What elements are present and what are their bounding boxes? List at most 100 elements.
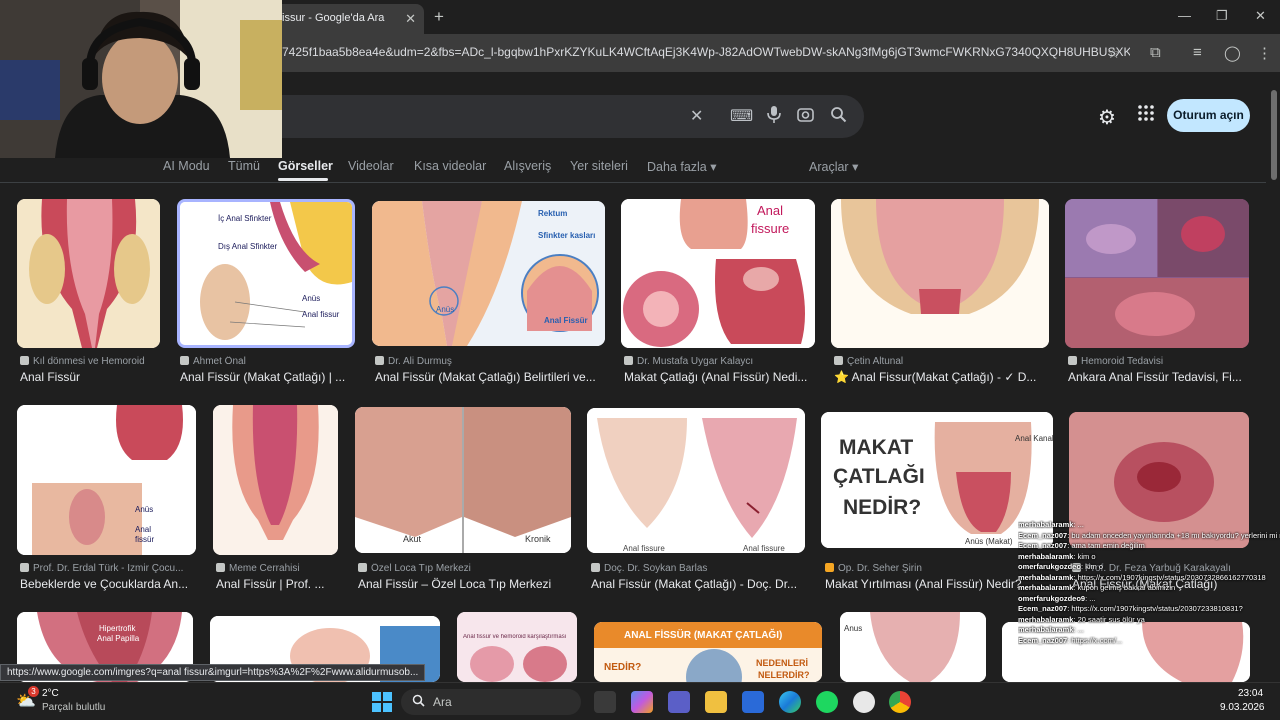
tab-ai-mode[interactable]: AI Modu [163,159,210,173]
result-title[interactable]: Anal Fissür (Makat Çatlağı) Belirtileri … [375,370,605,384]
file-explorer-icon[interactable] [705,691,727,713]
lens-camera-icon[interactable] [797,106,814,128]
media-control-icon[interactable]: ≡ [1193,44,1202,61]
windows-taskbar: ⛅ 3 2°C Parçalı bulutlu Ara 23:04 9.03.2… [0,682,1280,720]
tab-short-videos[interactable]: Kısa videolar [414,159,486,173]
result-image[interactable]: İç Anal Sfinkter Dış Anal Sfinkter Anüs … [177,199,355,348]
result-image[interactable]: Anüs Anal fissür [17,405,196,555]
result-image[interactable]: Anal fissür ve hemoroid karşılaştırması [457,612,577,682]
image-label: ÇATLAĞI [833,465,925,488]
close-window-button[interactable]: ✕ [1255,8,1266,24]
result-source[interactable]: Çetin Altunal [834,356,1049,367]
result-title[interactable]: Anal Fissür | Prof. ... [216,577,341,591]
result-image[interactable] [1065,199,1249,348]
result-title[interactable]: Anal Fissür (Makat Çatlağı) | ... [180,370,355,384]
result-title[interactable]: Makat Çatlağı (Anal Fissür) Nedi... [624,370,816,384]
chat-message: omerfarukgozdeo: kim o [1018,562,1104,571]
result-title[interactable]: Anal Fissür [20,370,170,384]
google-apps-icon[interactable] [1138,104,1154,127]
weather-temp[interactable]: 2°C [42,688,59,699]
image-label: Anal Papilla [97,634,140,643]
address-bar[interactable]: 7425f1baa5b8ea4e&udm=2&fbs=ADc_l-bgqbw1h… [250,39,1130,67]
result-source[interactable]: Ahmet Önal [180,356,355,367]
result-image[interactable]: Anal fissure Anal fissure [587,408,805,553]
result-title[interactable]: Bebeklerde ve Çocuklarda An... [20,577,200,591]
result-title[interactable]: ⭐ Anal Fissur(Makat Çatlağı) - ✓ D... [834,370,1049,384]
taskbar-search[interactable]: Ara [401,689,581,715]
tab-videos[interactable]: Videolar [348,159,394,173]
maximize-button[interactable]: ❐ [1216,8,1228,24]
favicon-icon [1068,356,1077,365]
chat-message: Ecem_naz007: bu adam onceden yayınlarınd… [1018,530,1280,540]
taskbar-search-label: Ara [433,695,452,709]
favicon-icon [20,356,29,365]
result-source[interactable]: Dr. Ali Durmuş [375,356,605,367]
result-image[interactable]: Anus [840,612,986,682]
signin-button[interactable]: Oturum açın [1167,99,1250,132]
result-source[interactable]: Özel Loca Tıp Merkezi [358,563,574,574]
result-image[interactable]: Akut Kronik [355,407,571,553]
search-icon [412,694,425,710]
keyboard-icon[interactable]: ⌨ [730,106,753,126]
result-source[interactable]: Kıl dönmesi ve Hemoroid [20,356,170,367]
weather-desc[interactable]: Parçalı bulutlu [42,702,105,713]
chrome-icon[interactable] [889,691,911,713]
image-label: İç Anal Sfinkter [218,214,272,223]
result-source[interactable]: Meme Cerrahisi [216,563,341,574]
tab-all[interactable]: Tümü [228,159,260,173]
obs-icon[interactable] [853,691,875,713]
teams-icon[interactable] [668,691,690,713]
search-icon[interactable] [830,106,847,128]
image-label: Anal Fissür [544,316,588,325]
image-label: Anal [757,203,784,218]
tab-shopping[interactable]: Alışveriş [504,159,551,173]
result-source[interactable]: Dr. Mustafa Uygar Kalaycı [624,356,816,367]
profile-icon[interactable]: ◯ [1224,44,1241,62]
image-label: Dış Anal Sfinkter [218,242,278,251]
result-image[interactable]: Anal fissure [621,199,815,348]
browser-menu-icon[interactable]: ⋮ [1257,44,1272,62]
bookmark-star-icon[interactable]: ☆ [1107,44,1120,62]
tab-close-icon[interactable]: ✕ [405,11,416,27]
result-image[interactable]: Rektum Sfinkter kasları Anüs Anal Fissür [372,201,605,346]
extensions-icon[interactable]: ⧉ [1150,44,1161,61]
status-bar-url: https://www.google.com/imgres?q=anal fis… [0,664,426,681]
result-image[interactable] [17,199,160,348]
search-input[interactable]: ✕ ⌨ [262,95,864,138]
settings-gear-icon[interactable]: ⚙ [1098,105,1116,130]
stream-chat-overlay: merhabalaramk: ... Ecem_naz007: bu adam … [1018,520,1280,680]
spotify-icon[interactable] [816,691,838,713]
result-title[interactable]: Anal Fissür (Makat Çatlağı) - Doç. Dr... [591,577,806,591]
result-source[interactable]: Doç. Dr. Soykan Barlas [591,563,806,574]
image-label: Anüs (Makat) [965,537,1013,546]
store-icon[interactable] [742,691,764,713]
result-source[interactable]: Prof. Dr. Erdal Türk - İzmir Çocu... [20,563,200,574]
clear-search-icon[interactable]: ✕ [690,106,703,126]
result-source[interactable]: Hemoroid Tedavisi [1068,356,1252,367]
tab-images[interactable]: Görseller [278,159,333,173]
chat-message: merhabalaramk: ... [1018,520,1084,529]
tab-places[interactable]: Yer siteleri [570,159,628,173]
windows-start-icon[interactable] [372,692,392,717]
result-image[interactable]: ANAL FİSSÜR (MAKAT ÇATLAĞI) NEDİR? NEDEN… [594,622,822,682]
image-label: Akut [403,534,422,544]
image-label: ANAL FİSSÜR (MAKAT ÇATLAĞI) [624,630,783,641]
minimize-button[interactable]: — [1178,8,1191,23]
edge-icon[interactable] [779,691,801,713]
microphone-icon[interactable] [767,106,781,128]
result-title[interactable]: Ankara Anal Fissür Tedavisi, Fi... [1068,370,1252,384]
new-tab-button[interactable]: + [434,7,444,27]
scrollbar-thumb[interactable] [1271,90,1277,180]
tools-button[interactable]: Araçlar ▾ [809,159,858,174]
chat-message: merhabalaramk: 20 saatir sus ölür ya [1018,614,1145,624]
result-image[interactable] [213,405,338,555]
clock-time[interactable]: 23:04 [1238,688,1263,699]
result-title[interactable]: Anal Fissür – Özel Loca Tıp Merkezi [358,577,574,591]
copilot-icon[interactable] [631,691,653,713]
task-view-icon[interactable] [594,691,616,713]
favicon-icon [624,356,633,365]
result-image[interactable] [831,199,1049,348]
chat-message: merhabalaramk: kim o [1018,551,1096,561]
clock-date[interactable]: 9.03.2026 [1220,702,1265,713]
tab-more[interactable]: Daha fazla ▾ [647,159,717,174]
